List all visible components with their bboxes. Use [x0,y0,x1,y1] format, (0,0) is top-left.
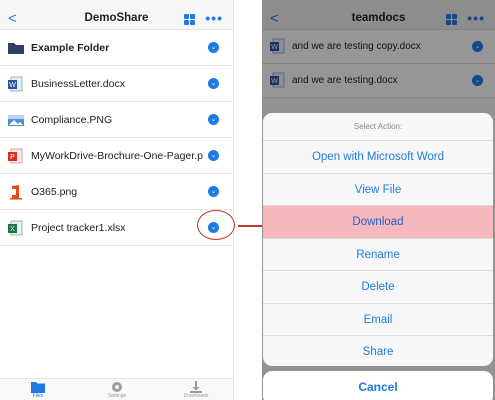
svg-text:X: X [10,226,15,233]
more-options-button[interactable]: ••• [205,10,223,26]
action-email[interactable]: Email [263,304,493,336]
status-bar [0,0,233,8]
list-item-o365[interactable]: O365.png ⌄ [0,174,233,210]
list-item-example-folder[interactable]: Example Folder ⌄ [0,30,233,66]
folder-icon [8,43,24,54]
grid-view-icon[interactable] [184,14,195,25]
word-doc-icon: W [8,76,23,92]
action-sheet-title: Select Action: [263,113,493,141]
tab-label: Downloads [183,393,209,399]
list-item-compliance[interactable]: Compliance.PNG ⌄ [0,102,233,138]
tab-bar: Files Settings Downloads [0,378,233,400]
file-name: Compliance.PNG [31,114,113,126]
svg-text:W: W [9,82,16,89]
chevron-down-icon[interactable]: ⌄ [208,78,219,89]
image-icon [8,115,24,126]
tab-downloads[interactable]: Downloads [176,381,216,399]
file-name: O365.png [31,186,78,198]
cancel-button[interactable]: Cancel [263,371,493,400]
action-download[interactable]: Download [263,206,493,239]
file-name: MyWorkDrive-Brochure-One-Pager.p... [31,150,203,162]
action-sheet: Select Action: Open with Microsoft Word … [263,113,493,366]
tab-settings[interactable]: Settings [97,381,137,399]
page-title: DemoShare [84,12,149,24]
tab-label: Settings [107,393,127,399]
highlight-circle [197,210,235,240]
action-view-file[interactable]: View File [263,174,493,206]
tab-label: Files [32,393,44,399]
file-name: Project tracker1.xlsx [31,222,126,234]
action-open-with-word[interactable]: Open with Microsoft Word [263,141,493,174]
download-icon [190,381,202,393]
chevron-down-icon[interactable]: ⌄ [208,150,219,161]
file-name: Example Folder [31,42,110,54]
right-phone-screen: < teamdocs ••• W and we are testing copy… [262,0,495,400]
chevron-down-icon[interactable]: ⌄ [208,42,219,53]
tab-files[interactable]: Files [18,381,58,399]
action-rename[interactable]: Rename [263,239,493,271]
list-item-businessletter[interactable]: W BusinessLetter.docx ⌄ [0,66,233,102]
nav-bar: < DemoShare ••• [0,8,233,30]
svg-text:P: P [10,154,15,161]
gear-icon [112,382,122,392]
screenshot-composite: < DemoShare ••• Example Folder ⌄ W Busin… [0,0,495,400]
list-item-brochure-pdf[interactable]: P MyWorkDrive-Brochure-One-Pager.p... ⌄ [0,138,233,174]
pdf-icon: P [8,148,23,164]
excel-icon: X [8,220,23,236]
folder-icon [31,382,45,393]
action-share[interactable]: Share [263,336,493,366]
chevron-down-icon[interactable]: ⌄ [208,114,219,125]
office-icon [10,185,22,200]
left-phone-screen: < DemoShare ••• Example Folder ⌄ W Busin… [0,0,234,400]
file-name: BusinessLetter.docx [31,78,125,90]
action-delete[interactable]: Delete [263,271,493,304]
chevron-down-icon[interactable]: ⌄ [208,186,219,197]
file-list: Example Folder ⌄ W BusinessLetter.docx ⌄… [0,30,233,246]
